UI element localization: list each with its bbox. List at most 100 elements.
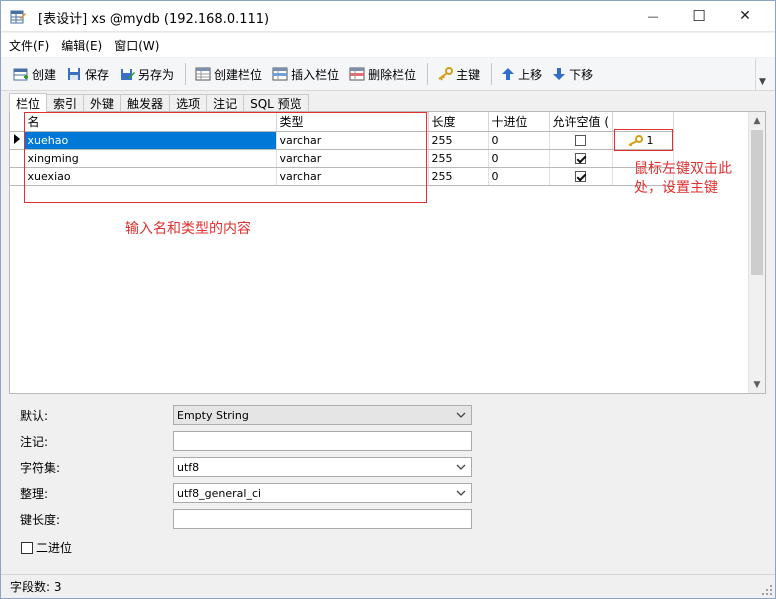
table-design-window: [表设计] xs @mydb (192.168.0.111) — ☐ ✕ 文件(… [0, 0, 776, 599]
chevron-down-icon [456, 490, 466, 496]
chevron-down-icon: ▼ [759, 77, 766, 87]
new-table-icon [13, 68, 28, 81]
field-nullable-cell[interactable] [549, 167, 613, 186]
tab-sql-preview[interactable]: SQL 预览 [243, 94, 309, 112]
menu-window[interactable]: 窗口(W) [114, 37, 159, 54]
key-cell-highlight-box [614, 129, 673, 151]
default-select[interactable]: Empty String [173, 405, 472, 425]
insert-field-icon [272, 67, 288, 81]
arrow-up-icon [502, 68, 515, 80]
binary-label: 二进位 [36, 541, 73, 555]
default-value: Empty String [177, 408, 249, 422]
field-decimals-cell[interactable]: 0 [488, 167, 550, 186]
chevron-down-icon [456, 464, 466, 470]
caret-right-icon [13, 133, 20, 144]
comment-input[interactable] [173, 431, 472, 451]
field-length-cell[interactable]: 255 [428, 149, 489, 168]
column-header-length[interactable]: 长度 [428, 112, 489, 132]
column-header-nullable[interactable]: 允许空值 ( [549, 112, 613, 132]
collation-select[interactable]: utf8_general_ci [173, 483, 472, 503]
tab-comment[interactable]: 注记 [206, 94, 245, 112]
field-nullable-cell[interactable] [549, 149, 613, 168]
title-bar[interactable]: [表设计] xs @mydb (192.168.0.111) — ☐ ✕ [1, 1, 775, 32]
save-as-label: 另存为 [138, 67, 175, 82]
tab-options[interactable]: 选项 [169, 94, 208, 112]
delete-field-label: 删除栏位 [368, 67, 417, 82]
save-label: 保存 [85, 67, 110, 82]
move-down-label: 下移 [569, 67, 594, 82]
name-type-highlight-box [24, 112, 427, 203]
insert-field-label: 插入栏位 [291, 67, 340, 82]
field-length-cell[interactable]: 255 [428, 131, 489, 150]
toolbar-overflow-button[interactable]: ▼ [755, 58, 769, 91]
save-icon [68, 68, 81, 80]
create-label: 创建 [32, 67, 57, 82]
binary-checkbox[interactable] [21, 541, 33, 554]
key-length-input[interactable] [173, 509, 472, 529]
default-label: 默认: [20, 409, 49, 423]
primary-key-annotation-line: 鼠标左键双击此 [634, 161, 732, 177]
charset-select[interactable]: utf8 [173, 457, 472, 477]
toolbar-separator [185, 63, 187, 85]
delete-field-button[interactable]: 删除栏位 [345, 61, 420, 87]
move-down-button[interactable]: 下移 [548, 61, 597, 87]
create-field-button[interactable]: 创建栏位 [191, 61, 266, 87]
toolbar-separator [491, 63, 493, 85]
field-count: 字段数: 3 [10, 580, 62, 594]
minimize-button[interactable]: — [630, 1, 676, 31]
toolbar-separator [427, 63, 429, 85]
collation-label: 整理: [20, 487, 49, 501]
create-field-label: 创建栏位 [214, 67, 263, 82]
key-length-label: 键长度: [20, 513, 61, 527]
nullable-checkbox[interactable] [575, 171, 587, 182]
tab-fields[interactable]: 栏位 [9, 93, 48, 112]
scroll-up-arrow-icon[interactable]: ▲ [749, 112, 765, 129]
primary-key-button[interactable]: 主键 [433, 61, 484, 87]
menu-edit[interactable]: 编辑(E) [61, 37, 102, 54]
chevron-down-icon [456, 412, 466, 418]
menu-bar: 文件(F) 编辑(E) 窗口(W) [1, 33, 775, 57]
arrow-down-icon [553, 68, 566, 80]
save-as-button[interactable]: 另存为 [115, 61, 178, 87]
field-decimals-cell[interactable]: 0 [488, 131, 550, 150]
current-row-indicator[interactable] [10, 131, 25, 150]
nullable-checkbox[interactable] [575, 153, 587, 164]
save-button[interactable]: 保存 [62, 61, 113, 87]
minimize-icon: — [647, 9, 659, 23]
maximize-icon: ☐ [692, 7, 706, 25]
grid-vertical-scrollbar[interactable]: ▲ ▼ [748, 112, 765, 393]
row-header[interactable] [10, 167, 25, 186]
close-button[interactable]: ✕ [722, 1, 768, 31]
create-button[interactable]: 创建 [9, 61, 60, 87]
create-field-icon [195, 67, 211, 81]
primary-key-annotation-line: 处，设置主键 [634, 180, 718, 196]
field-nullable-cell[interactable] [549, 131, 613, 150]
tab-triggers[interactable]: 触发器 [120, 94, 171, 112]
collation-value: utf8_general_ci [177, 486, 262, 500]
status-bar: 字段数: 3 [1, 574, 775, 598]
field-decimals-cell[interactable]: 0 [488, 149, 550, 168]
key-icon [438, 67, 454, 81]
delete-field-icon [349, 67, 365, 81]
nullable-checkbox[interactable] [575, 135, 587, 146]
field-properties-panel: 默认: Empty String 注记: 字符集: utf8 整理: utf8_… [9, 397, 766, 571]
tab-foreign-keys[interactable]: 外键 [83, 94, 122, 112]
resize-grip-icon[interactable] [761, 584, 773, 596]
insert-field-button[interactable]: 插入栏位 [268, 61, 343, 87]
table-design-icon [10, 10, 26, 24]
move-up-button[interactable]: 上移 [497, 61, 546, 87]
tab-indexes[interactable]: 索引 [46, 94, 85, 112]
binary-option[interactable]: 二进位 [21, 539, 72, 556]
name-type-annotation: 输入名和类型的内容 [125, 221, 251, 237]
menu-file[interactable]: 文件(F) [9, 37, 49, 54]
move-up-label: 上移 [518, 67, 543, 82]
maximize-button[interactable]: ☐ [676, 1, 722, 31]
primary-key-annotation: 鼠标左键双击此 处，设置主键 [634, 160, 732, 198]
scrollbar-thumb[interactable] [751, 130, 763, 275]
column-header-decimals[interactable]: 十进位 [488, 112, 550, 132]
toolbar: 创建 保存 另存为 创建栏位 插入栏位 删除栏位 主键 上移 下移 ▼ [1, 58, 775, 91]
row-header[interactable] [10, 149, 25, 168]
field-length-cell[interactable]: 255 [428, 167, 489, 186]
scroll-down-arrow-icon[interactable]: ▼ [749, 376, 765, 393]
charset-label: 字符集: [20, 461, 61, 475]
